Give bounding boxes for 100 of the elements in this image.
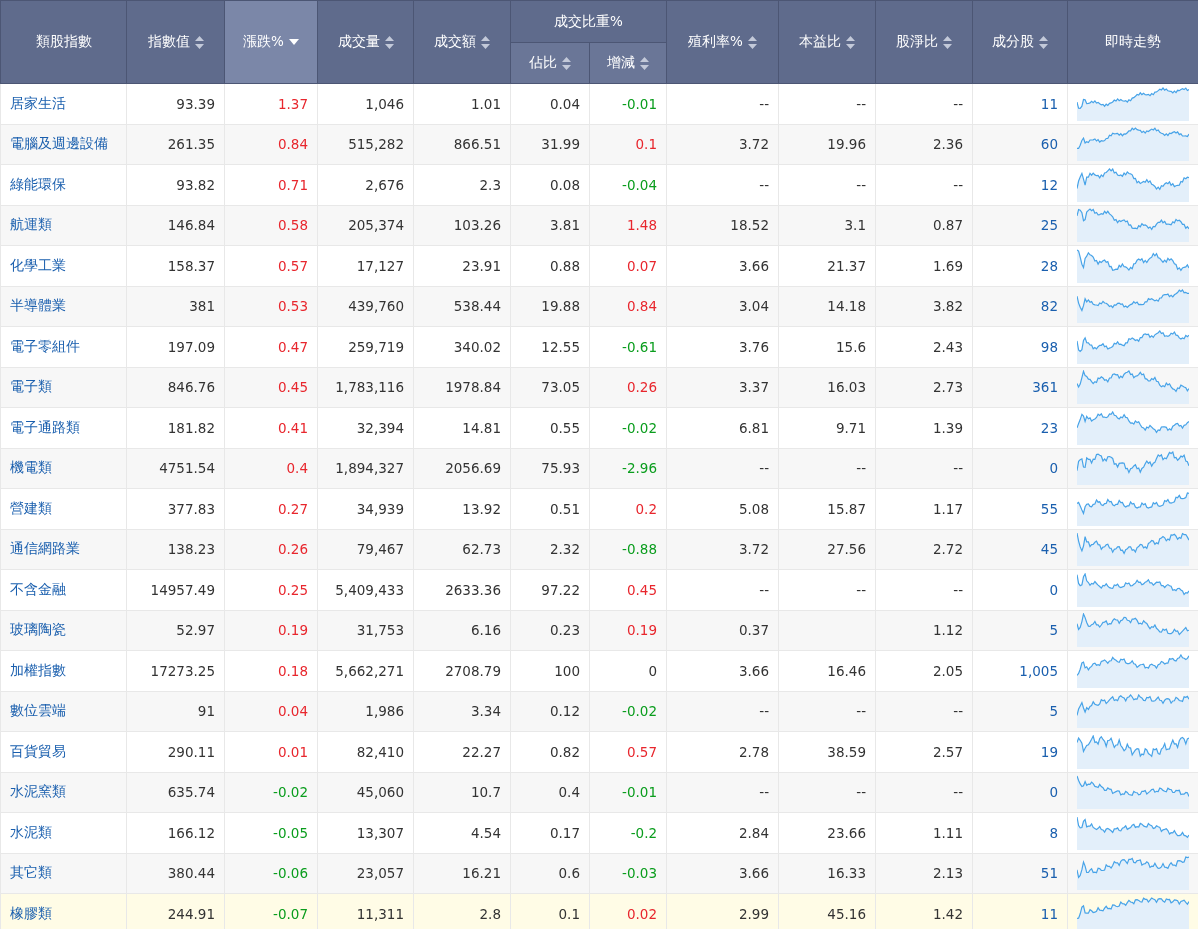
- table-cell: 73.05: [541, 379, 580, 396]
- column-header[interactable]: 殖利率%: [666, 0, 779, 84]
- column-header[interactable]: 本益比: [778, 0, 876, 84]
- table-cell: 12.55: [541, 338, 580, 355]
- constituents-link[interactable]: 19: [1040, 743, 1058, 760]
- constituents-link[interactable]: 0: [1049, 784, 1058, 801]
- constituents-link[interactable]: 11: [1040, 905, 1058, 922]
- constituents-link[interactable]: 12: [1040, 176, 1058, 193]
- category-link[interactable]: 橡膠類: [10, 904, 52, 921]
- category-link[interactable]: 電子類: [10, 378, 52, 395]
- table-cell: 3.81: [549, 217, 580, 234]
- table-cell: 0.18: [277, 662, 308, 679]
- constituents-link[interactable]: 0: [1049, 581, 1058, 598]
- category-link[interactable]: 航運類: [10, 216, 52, 233]
- table-cell: --: [856, 176, 866, 193]
- column-header[interactable]: 指數值: [126, 0, 225, 84]
- table-cell: -0.06: [273, 865, 308, 882]
- table-cell: 0.6: [558, 865, 580, 882]
- table-cell: 0.2: [635, 500, 657, 517]
- table-cell: 377.83: [167, 500, 215, 517]
- table-cell: 0.47: [277, 338, 308, 355]
- table-cell: -0.07: [273, 905, 308, 922]
- table-cell: 158.37: [167, 257, 215, 274]
- table-cell: 62.73: [462, 541, 501, 558]
- category-link[interactable]: 化學工業: [10, 256, 66, 273]
- table-cell: 0.88: [549, 257, 580, 274]
- table-cell: 3.76: [738, 338, 769, 355]
- constituents-link[interactable]: 28: [1040, 257, 1058, 274]
- table-cell: -2.96: [622, 460, 657, 477]
- constituents-link[interactable]: 82: [1040, 298, 1058, 315]
- table-cell: 2.3: [479, 176, 501, 193]
- category-link[interactable]: 半導體業: [10, 297, 66, 314]
- table-cell: 100: [554, 662, 580, 679]
- table-cell: 17,127: [356, 257, 404, 274]
- constituents-link[interactable]: 5: [1049, 703, 1058, 720]
- table-cell: -0.88: [622, 541, 657, 558]
- table-cell: 439,760: [348, 298, 404, 315]
- category-link[interactable]: 水泥類: [10, 823, 52, 840]
- table-cell: --: [953, 95, 963, 112]
- table-cell: 138.23: [167, 541, 215, 558]
- table-cell: 290.11: [167, 743, 215, 760]
- category-link[interactable]: 水泥窯類: [10, 783, 66, 800]
- table-cell: 27.56: [827, 541, 866, 558]
- table-cell: --: [953, 784, 963, 801]
- table-cell: --: [856, 460, 866, 477]
- column-header[interactable]: 漲跌%: [224, 0, 318, 84]
- column-header[interactable]: 佔比: [510, 42, 590, 84]
- table-cell: 2708.79: [445, 662, 501, 679]
- constituents-link[interactable]: 0: [1049, 460, 1058, 477]
- table-cell: 635.74: [167, 784, 215, 801]
- column-header[interactable]: 股淨比: [875, 0, 973, 84]
- category-link[interactable]: 數位雲端: [10, 702, 66, 719]
- category-link[interactable]: 不含金融: [10, 580, 66, 597]
- table-cell: 38.59: [827, 743, 866, 760]
- constituents-link[interactable]: 23: [1040, 419, 1058, 436]
- constituents-link[interactable]: 51: [1040, 865, 1058, 882]
- constituents-link[interactable]: 8: [1049, 824, 1058, 841]
- category-link[interactable]: 營建類: [10, 499, 52, 516]
- table-cell: 22.27: [462, 743, 501, 760]
- table-cell: 6.16: [470, 622, 501, 639]
- category-link[interactable]: 居家生活: [10, 94, 66, 111]
- table-cell: 75.93: [541, 460, 580, 477]
- category-link[interactable]: 玻璃陶瓷: [10, 621, 66, 638]
- constituents-link[interactable]: 60: [1040, 136, 1058, 153]
- table-cell: 0.4: [286, 460, 308, 477]
- column-header[interactable]: 成交額: [413, 0, 511, 84]
- category-link[interactable]: 百貨貿易: [10, 742, 66, 759]
- constituents-link[interactable]: 1,005: [1019, 662, 1058, 679]
- column-header[interactable]: 增減: [589, 42, 667, 84]
- column-header[interactable]: 成分股: [972, 0, 1068, 84]
- table-cell: 166.12: [167, 824, 215, 841]
- constituents-link[interactable]: 11: [1040, 95, 1058, 112]
- category-link[interactable]: 加權指數: [10, 661, 66, 678]
- sort-descending-icon: [288, 39, 299, 45]
- constituents-link[interactable]: 98: [1040, 338, 1058, 355]
- table-cell: 34,939: [356, 500, 404, 517]
- table-cell: --: [953, 460, 963, 477]
- table-cell: 0.19: [277, 622, 308, 639]
- table-cell: 16.46: [827, 662, 866, 679]
- table-cell: 0.04: [277, 703, 308, 720]
- table-cell: 0.84: [277, 136, 308, 153]
- table-cell: --: [759, 703, 769, 720]
- table-cell: 23,057: [356, 865, 404, 882]
- column-header[interactable]: 成交量: [317, 0, 414, 84]
- constituents-link[interactable]: 25: [1040, 217, 1058, 234]
- category-link[interactable]: 機電類: [10, 459, 52, 476]
- constituents-link[interactable]: 361: [1032, 379, 1058, 396]
- table-cell: 205,374: [348, 217, 404, 234]
- table-cell: 1.37: [277, 95, 308, 112]
- table-cell: 11,311: [356, 905, 404, 922]
- table-cell: 1978.84: [445, 379, 501, 396]
- constituents-link[interactable]: 55: [1040, 500, 1058, 517]
- table-cell: 19.96: [827, 136, 866, 153]
- table-cell: 2633.36: [445, 581, 501, 598]
- category-link[interactable]: 其它類: [10, 864, 52, 881]
- table-cell: 0.71: [277, 176, 308, 193]
- category-link[interactable]: 綠能環保: [10, 175, 66, 192]
- constituents-link[interactable]: 45: [1040, 541, 1058, 558]
- table-cell: 538.44: [453, 298, 501, 315]
- constituents-link[interactable]: 5: [1049, 622, 1058, 639]
